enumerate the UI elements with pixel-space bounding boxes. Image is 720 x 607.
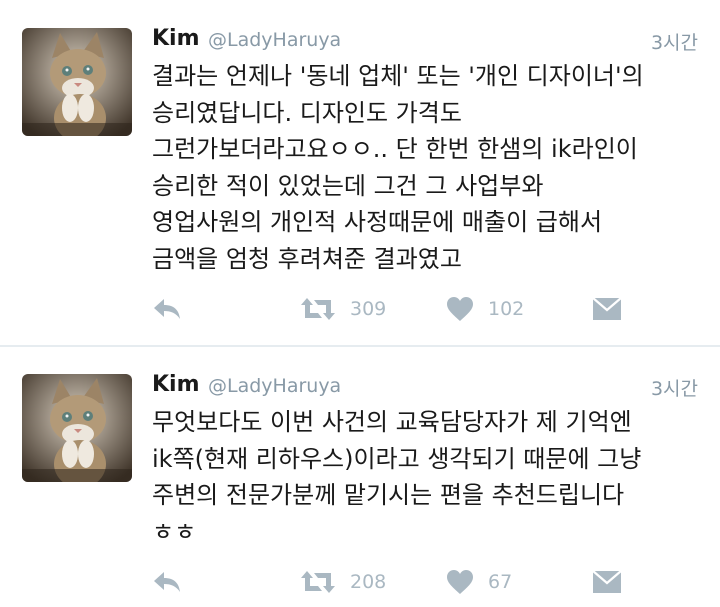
like-count: 67 — [488, 571, 513, 593]
like-count: 102 — [488, 298, 525, 320]
like-button[interactable]: 102 — [446, 292, 524, 326]
reply-button[interactable] — [152, 292, 182, 326]
author-handle[interactable]: @LadyHaruya — [208, 29, 341, 51]
reply-arrow-icon — [154, 299, 180, 319]
tweet-text-line: 금액을 엄청 후려쳐준 결과였고 — [152, 244, 462, 273]
tweet-text-line: 승리였답니다. 디자인도 가격도 — [152, 98, 462, 127]
author-name[interactable]: Kim — [152, 26, 200, 51]
timestamp[interactable]: 3시간 — [651, 28, 698, 55]
envelope-icon — [592, 297, 622, 320]
tweet-text-line: 결과는 언제나 '동네 업체' 또는 '개인 디자이너'의 — [152, 62, 644, 90]
tweet-text-line: ik쪽(현재 리하우스)이라고 생각되기 때문에 그냥 — [152, 444, 642, 473]
kitten-avatar-image — [22, 374, 132, 482]
reply-button[interactable] — [152, 565, 182, 599]
tweet-text-line: 승리한 적이 있었는데 그건 그 사업부와 — [152, 171, 544, 200]
direct-message-button[interactable] — [592, 565, 622, 599]
tweet-text-line: 영업사원의 개인적 사정때문에 매출이 급해서 — [152, 208, 603, 236]
heart-icon — [447, 570, 473, 594]
heart-icon — [447, 297, 473, 321]
tweet-text: 결과는 언제나 '동네 업체' 또는 '개인 디자이너'의 승리였답니다. 디자… — [152, 58, 708, 277]
tweet-header: Kim @LadyHaruya 3시간 — [152, 26, 698, 56]
tweet-actions: 309 102 — [152, 292, 632, 326]
kitten-avatar-image — [22, 28, 132, 136]
tweet-text: 무엇보다도 이번 사건의 교육담당자가 제 기억엔 ik쪽(현재 리하우스)이라… — [152, 404, 708, 550]
envelope-icon — [592, 570, 622, 593]
direct-message-button[interactable] — [592, 292, 622, 326]
retweet-count: 208 — [350, 571, 387, 593]
retweet-button[interactable]: 309 — [300, 292, 386, 326]
tweet-text-line: 그런가보더라고요ㅇㅇ.. 단 한번 한샘의 ik라인이 — [152, 135, 638, 163]
retweet-button[interactable]: 208 — [300, 565, 386, 599]
tweet-2[interactable]: Kim @LadyHaruya 3시간 무엇보다도 이번 사건의 교육담당자가 … — [0, 347, 720, 607]
tweet-text-line: ㅎㅎ — [152, 517, 197, 546]
tweet-actions: 208 67 — [152, 565, 632, 599]
reply-arrow-icon — [154, 572, 180, 592]
tweet-header: Kim @LadyHaruya 3시간 — [152, 372, 698, 402]
tweet-text-line: 무엇보다도 이번 사건의 교육담당자가 제 기억엔 — [152, 408, 632, 436]
timestamp[interactable]: 3시간 — [651, 374, 698, 401]
author-handle[interactable]: @LadyHaruya — [208, 375, 341, 397]
tweet-1[interactable]: Kim @LadyHaruya 3시간 결과는 언제나 '동네 업체' 또는 '… — [0, 0, 720, 346]
like-button[interactable]: 67 — [446, 565, 512, 599]
avatar[interactable] — [22, 374, 132, 482]
tweet-text-line: 주변의 전문가분께 맡기시는 편을 추천드립니다 — [152, 481, 625, 509]
author-name[interactable]: Kim — [152, 372, 200, 397]
retweet-count: 309 — [350, 298, 387, 320]
avatar[interactable] — [22, 28, 132, 136]
retweet-icon — [301, 571, 335, 593]
retweet-icon — [301, 298, 335, 320]
